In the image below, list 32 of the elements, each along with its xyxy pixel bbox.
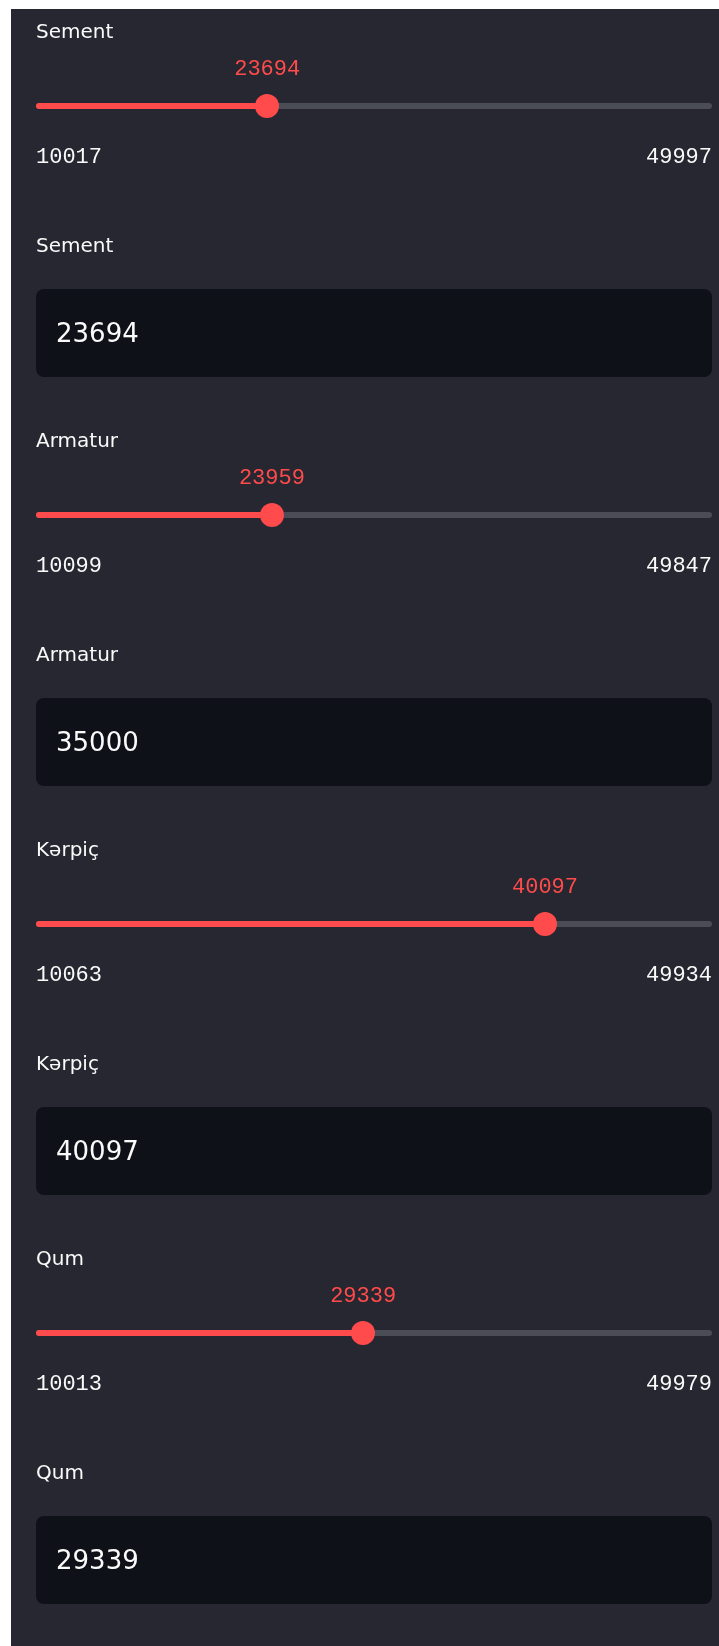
slider-control[interactable]	[36, 94, 712, 118]
slider-value: 29339	[330, 1283, 397, 1311]
slider-thumb[interactable]	[533, 912, 557, 936]
number-field[interactable]: 35000	[36, 698, 712, 786]
slider-max: 49847	[646, 553, 712, 581]
slider-control[interactable]	[36, 1321, 712, 1345]
input-label: Armatur	[36, 641, 119, 668]
slider-label: Sement	[36, 18, 114, 45]
input-label: Sement	[36, 232, 114, 259]
slider-value: 23694	[234, 56, 301, 84]
slider-max: 49934	[646, 962, 712, 990]
slider-label: Armatur	[36, 427, 119, 454]
slider-value: 23959	[238, 465, 305, 493]
slider-thumb[interactable]	[351, 1321, 376, 1345]
slider-thumb[interactable]	[255, 94, 280, 118]
slider-min: 10099	[36, 553, 102, 581]
input-label: Kərpiç	[36, 1050, 99, 1077]
slider-label: Kərpiç	[36, 836, 99, 863]
slider-thumb[interactable]	[259, 503, 284, 527]
slider-min: 10017	[36, 144, 102, 172]
number-field[interactable]: 40097	[36, 1107, 712, 1195]
slider-value: 40097	[512, 874, 578, 902]
slider-control[interactable]	[36, 912, 712, 936]
input-label: Qum	[36, 1459, 84, 1486]
slider-max: 49997	[646, 144, 712, 172]
slider-min: 10063	[36, 962, 102, 990]
number-field[interactable]: 29339	[36, 1516, 712, 1604]
number-field[interactable]: 23694	[36, 289, 712, 377]
slider-min: 10013	[36, 1371, 102, 1399]
slider-max: 49979	[646, 1371, 712, 1399]
slider-label: Qum	[36, 1245, 84, 1272]
slider-control[interactable]	[36, 503, 712, 527]
